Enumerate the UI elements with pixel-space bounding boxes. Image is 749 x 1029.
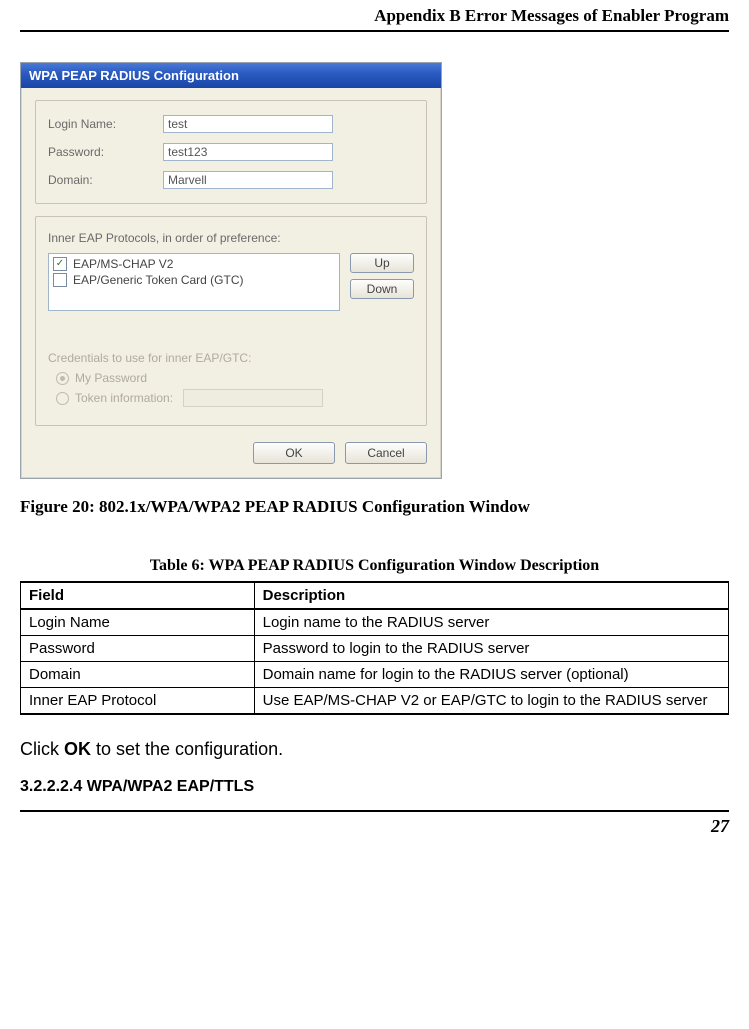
cell-field: Inner EAP Protocol — [21, 688, 255, 715]
radio-label: Token information: — [75, 391, 173, 405]
table-caption: Table 6: WPA PEAP RADIUS Configuration W… — [20, 557, 729, 575]
radio-icon — [56, 392, 69, 405]
instr-bold: OK — [64, 739, 91, 759]
checkbox-unchecked-icon[interactable] — [53, 273, 67, 287]
page-number: 27 — [711, 816, 729, 836]
login-groupbox: Login Name: Password: Domain: — [35, 100, 427, 204]
table-row: Password Password to login to the RADIUS… — [21, 636, 729, 662]
cell-desc: Domain name for login to the RADIUS serv… — [254, 662, 728, 688]
radio-my-password: My Password — [48, 371, 414, 385]
cell-field: Domain — [21, 662, 255, 688]
domain-input[interactable] — [163, 171, 333, 189]
figure-prefix: Figure 20: — [20, 497, 99, 516]
checkbox-checked-icon[interactable]: ✓ — [53, 257, 67, 271]
wpa-peap-dialog: WPA PEAP RADIUS Configuration Login Name… — [20, 62, 442, 479]
instr-post: to set the configuration. — [91, 739, 283, 759]
dialog-titlebar: WPA PEAP RADIUS Configuration — [21, 63, 441, 88]
list-item[interactable]: ✓ EAP/MS-CHAP V2 — [53, 257, 335, 271]
eap-item-label: EAP/Generic Token Card (GTC) — [73, 273, 244, 287]
down-button[interactable]: Down — [350, 279, 414, 299]
radio-label: My Password — [75, 371, 147, 385]
table-header-description: Description — [254, 582, 728, 609]
eap-item-label: EAP/MS-CHAP V2 — [73, 257, 173, 271]
cell-desc: Login name to the RADIUS server — [254, 609, 728, 636]
cell-field: Password — [21, 636, 255, 662]
radio-icon — [56, 372, 69, 385]
eap-caption: Inner EAP Protocols, in order of prefere… — [48, 231, 414, 245]
credentials-caption: Credentials to use for inner EAP/GTC: — [48, 351, 414, 365]
appendix-header: Appendix B Error Messages of Enabler Pro… — [20, 0, 729, 32]
table-row: Login Name Login name to the RADIUS serv… — [21, 609, 729, 636]
page-footer: 27 — [20, 810, 729, 837]
subsection-heading: 3.2.2.2.4 WPA/WPA2 EAP/TTLS — [20, 778, 729, 796]
login-name-label: Login Name: — [48, 117, 163, 131]
eap-listbox[interactable]: ✓ EAP/MS-CHAP V2 EAP/Generic Token Card … — [48, 253, 340, 311]
eap-groupbox: Inner EAP Protocols, in order of prefere… — [35, 216, 427, 426]
figure-text: 802.1x/WPA/WPA2 PEAP RADIUS Configuratio… — [99, 497, 530, 516]
password-label: Password: — [48, 145, 163, 159]
ok-button[interactable]: OK — [253, 442, 335, 464]
table-header-field: Field — [21, 582, 255, 609]
cancel-button[interactable]: Cancel — [345, 442, 427, 464]
radio-token-info: Token information: — [48, 389, 414, 407]
list-item[interactable]: EAP/Generic Token Card (GTC) — [53, 273, 335, 287]
token-input — [183, 389, 323, 407]
cell-field: Login Name — [21, 609, 255, 636]
instruction-text: Click OK to set the configuration. — [20, 739, 729, 760]
cell-desc: Use EAP/MS-CHAP V2 or EAP/GTC to login t… — [254, 688, 728, 715]
description-table: Field Description Login Name Login name … — [20, 581, 729, 715]
table-row: Inner EAP Protocol Use EAP/MS-CHAP V2 or… — [21, 688, 729, 715]
login-name-input[interactable] — [163, 115, 333, 133]
cell-desc: Password to login to the RADIUS server — [254, 636, 728, 662]
table-row: Domain Domain name for login to the RADI… — [21, 662, 729, 688]
password-input[interactable] — [163, 143, 333, 161]
domain-label: Domain: — [48, 173, 163, 187]
up-button[interactable]: Up — [350, 253, 414, 273]
instr-pre: Click — [20, 739, 64, 759]
figure-caption: Figure 20: 802.1x/WPA/WPA2 PEAP RADIUS C… — [20, 497, 729, 517]
